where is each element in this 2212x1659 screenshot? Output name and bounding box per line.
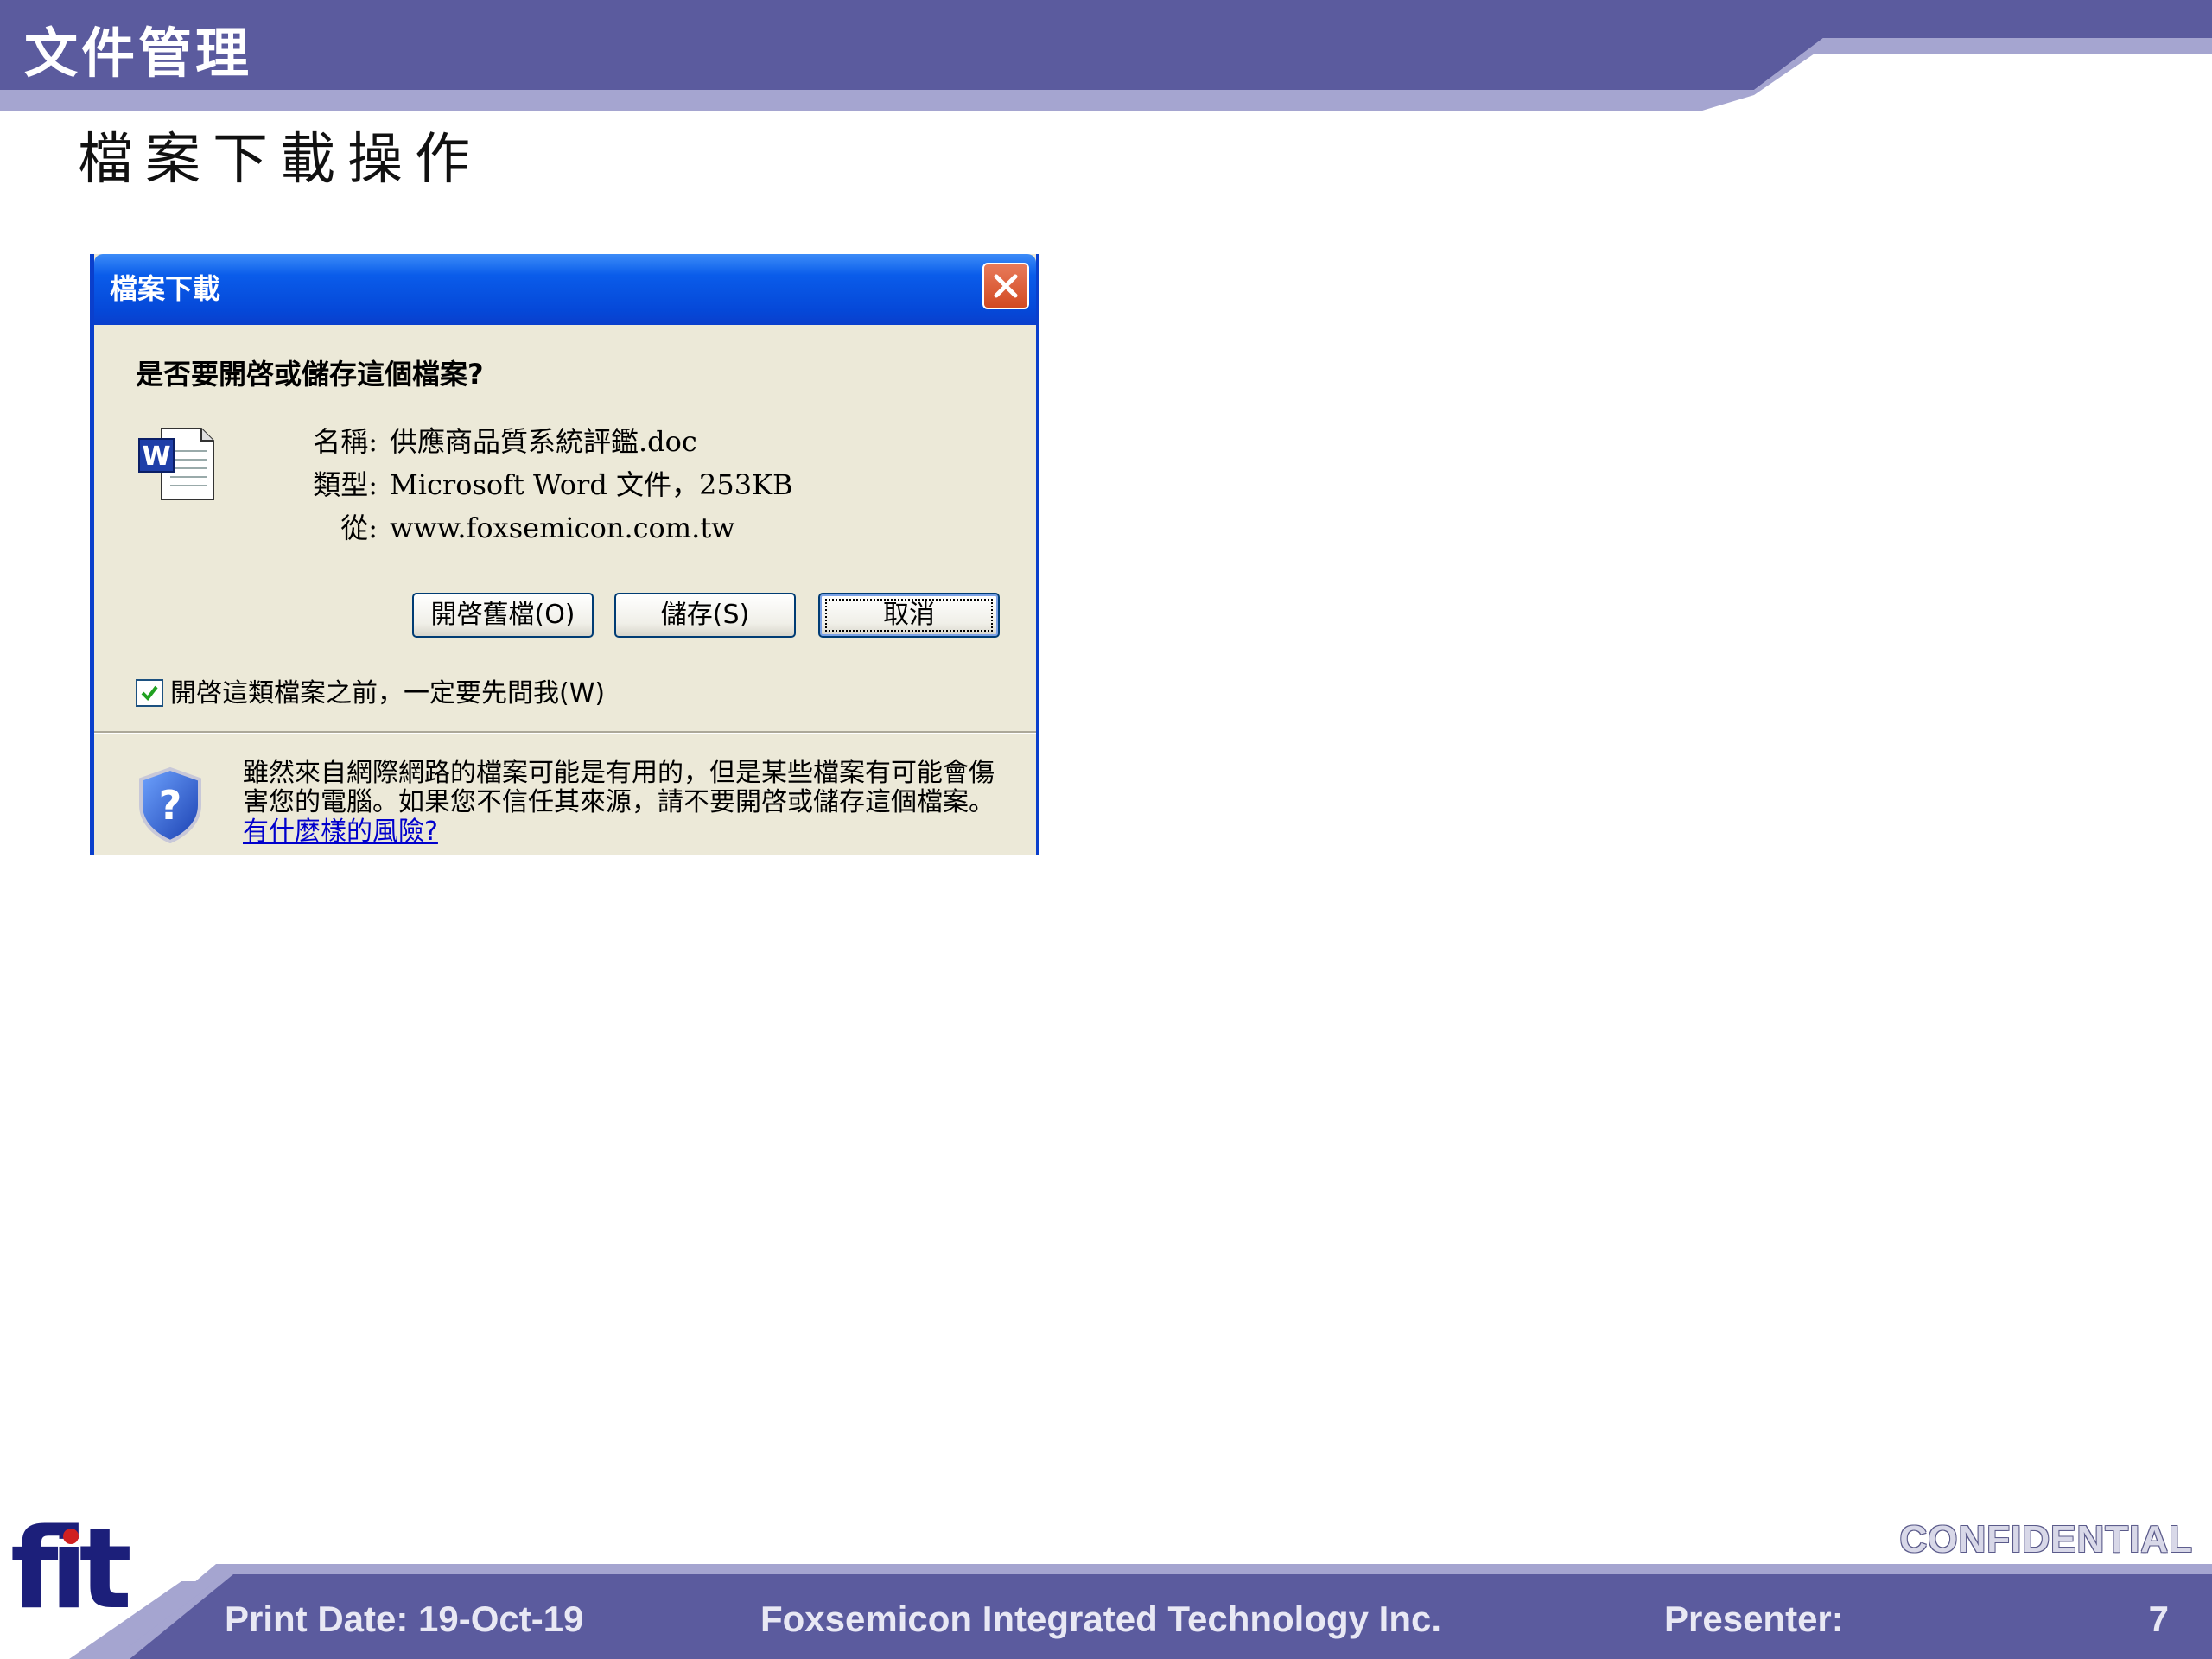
svg-text:W: W: [142, 442, 170, 472]
company-name: Foxsemicon Integrated Technology Inc.: [760, 1599, 1442, 1639]
file-name-label: 名稱:: [313, 425, 378, 458]
file-name-value: 供應商品質系統評鑑.doc: [390, 425, 697, 458]
file-type-value: Microsoft Word 文件，253KB: [390, 468, 793, 501]
file-type-label: 類型:: [313, 468, 378, 501]
always-ask-checkbox-label: 開啓這類檔案之前，一定要先問我(W): [170, 678, 606, 709]
dialog-question: 是否要開啓或儲存這個檔案?: [136, 358, 484, 391]
file-source-label: 從:: [340, 512, 378, 544]
file-type-row: 類型: Microsoft Word 文件，253KB: [291, 465, 793, 505]
open-button[interactable]: 開啓舊檔(O): [412, 593, 594, 638]
page-number: 7: [2148, 1599, 2169, 1639]
slide-subtitle: 檔案下載操作: [78, 128, 482, 192]
save-button[interactable]: 儲存(S): [614, 593, 796, 638]
always-ask-checkbox[interactable]: [136, 679, 163, 707]
file-source-row: 從: www.foxsemicon.com.tw: [291, 508, 735, 548]
close-button[interactable]: [982, 263, 1029, 309]
always-ask-checkbox-row[interactable]: 開啓這類檔案之前，一定要先問我(W): [136, 674, 605, 714]
word-document-icon: W: [138, 428, 214, 500]
presenter-label: Presenter:: [1664, 1599, 1844, 1639]
security-shield-icon: ?: [139, 766, 201, 843]
file-source-value: www.foxsemicon.com.tw: [390, 512, 735, 544]
cancel-button[interactable]: 取消: [818, 593, 1000, 638]
security-warning: 雖然來自網際網路的檔案可能是有用的，但是某些檔案有可能會傷害您的電腦。如果您不信…: [243, 759, 995, 847]
dialog-titlebar[interactable]: 檔案下載: [94, 254, 1036, 325]
file-name-row: 名稱: 供應商品質系統評鑑.doc: [291, 422, 697, 461]
header-band: [0, 0, 2212, 111]
dialog-divider: [94, 731, 1036, 734]
close-icon: [994, 274, 1018, 298]
dialog-title: 檔案下載: [110, 272, 221, 305]
checkmark-icon: [141, 685, 158, 702]
file-download-dialog: 檔案下載 是否要開啓或儲存這個檔案? W 名稱: 供應商品質系統評鑑.doc 類型…: [90, 254, 1039, 855]
slide-title: 文件管理: [24, 22, 253, 85]
focus-ring: [825, 599, 993, 632]
svg-text:?: ?: [159, 782, 182, 829]
print-date: Print Date: 19-Oct-19: [225, 1599, 584, 1639]
security-warning-text: 雖然來自網際網路的檔案可能是有用的，但是某些檔案有可能會傷害您的電腦。如果您不信…: [243, 758, 995, 817]
confidential-label: CONFIDENTIAL: [1899, 1518, 2193, 1560]
risk-info-link[interactable]: 有什麼樣的風險?: [243, 817, 438, 847]
